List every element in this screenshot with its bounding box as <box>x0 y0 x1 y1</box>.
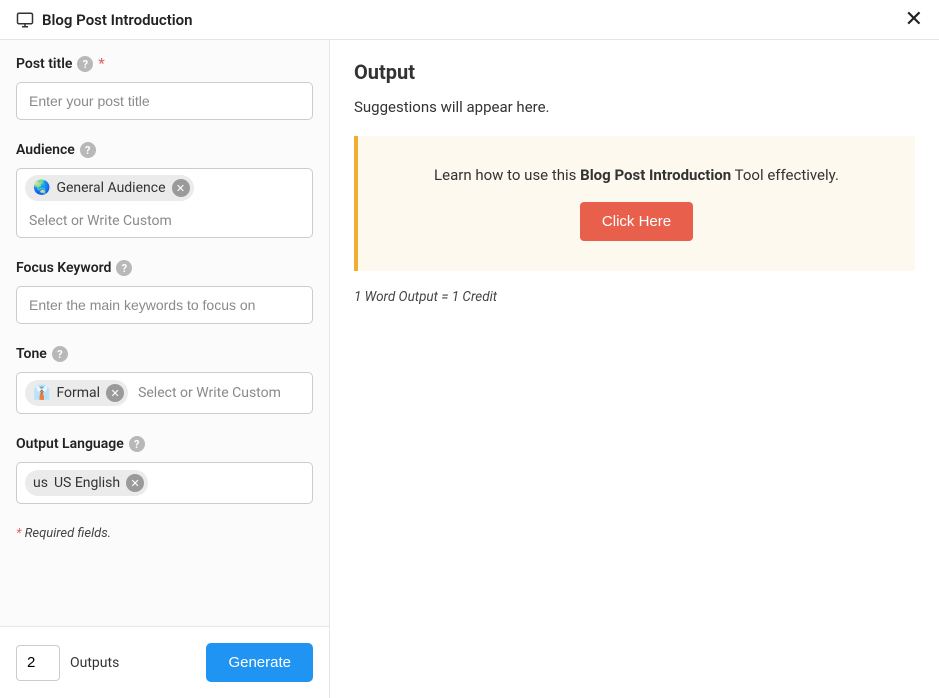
output-language-chip-label: US English <box>54 475 120 491</box>
credit-note: 1 Word Output = 1 Credit <box>354 289 915 305</box>
output-title: Output <box>354 60 915 84</box>
outputs-label: Outputs <box>70 655 119 671</box>
dialog-title: Blog Post Introduction <box>42 11 193 29</box>
help-icon[interactable]: ? <box>129 436 145 452</box>
tone-group: Tone ? 👔 Formal ✕ Select or Write Custom <box>16 346 313 414</box>
post-title-label: Post title ? * <box>16 56 313 72</box>
suit-icon: 👔 <box>33 385 50 401</box>
post-title-group: Post title ? * <box>16 56 313 120</box>
audience-placeholder: Select or Write Custom <box>25 211 176 231</box>
focus-keyword-label-text: Focus Keyword <box>16 260 111 276</box>
chip-remove-icon[interactable]: ✕ <box>106 384 124 402</box>
output-language-group: Output Language ? us US English ✕ <box>16 436 313 504</box>
focus-keyword-input[interactable] <box>16 286 313 324</box>
audience-input[interactable]: 🌏 General Audience ✕ Select or Write Cus… <box>16 168 313 238</box>
help-icon[interactable]: ? <box>80 142 96 158</box>
output-language-label-text: Output Language <box>16 436 124 452</box>
notice-box: Learn how to use this Blog Post Introduc… <box>354 136 915 271</box>
focus-keyword-group: Focus Keyword ? <box>16 260 313 324</box>
globe-icon: 🌏 <box>33 180 50 196</box>
notice-text: Learn how to use this Blog Post Introduc… <box>382 166 891 184</box>
required-note-star: * <box>16 526 25 541</box>
output-panel: Output Suggestions will appear here. Lea… <box>330 40 939 698</box>
monitor-icon <box>16 11 34 29</box>
output-placeholder: Suggestions will appear here. <box>354 98 915 116</box>
tone-label: Tone ? <box>16 346 313 362</box>
chip-remove-icon[interactable]: ✕ <box>172 179 190 197</box>
output-language-label: Output Language ? <box>16 436 313 452</box>
header-left: Blog Post Introduction <box>16 11 193 29</box>
form-panel: Post title ? * Audience ? 🌏 General Audi… <box>0 40 330 698</box>
click-here-button[interactable]: Click Here <box>580 202 693 241</box>
generate-button[interactable]: Generate <box>206 643 313 682</box>
outputs-group: Outputs <box>16 645 119 681</box>
post-title-label-text: Post title <box>16 56 72 72</box>
bottom-bar: Outputs Generate <box>0 626 329 698</box>
close-icon[interactable]: ✕ <box>905 9 923 31</box>
notice-bold: Blog Post Introduction <box>580 166 731 184</box>
tone-chip-label: Formal <box>56 385 100 401</box>
output-language-prefix: us <box>33 475 48 491</box>
outputs-count-input[interactable] <box>16 645 60 681</box>
notice-suffix: Tool effectively. <box>731 166 839 184</box>
focus-keyword-label: Focus Keyword ? <box>16 260 313 276</box>
help-icon[interactable]: ? <box>116 260 132 276</box>
notice-prefix: Learn how to use this <box>434 166 580 184</box>
tone-input[interactable]: 👔 Formal ✕ Select or Write Custom <box>16 372 313 414</box>
audience-label: Audience ? <box>16 142 313 158</box>
dialog-header: Blog Post Introduction ✕ <box>0 0 939 40</box>
tone-placeholder: Select or Write Custom <box>134 383 285 403</box>
help-icon[interactable]: ? <box>52 346 68 362</box>
audience-chip-label: General Audience <box>56 180 165 196</box>
output-language-input[interactable]: us US English ✕ <box>16 462 313 504</box>
audience-chip: 🌏 General Audience ✕ <box>25 175 194 201</box>
required-star: * <box>98 56 104 72</box>
tone-label-text: Tone <box>16 346 47 362</box>
required-note: * Required fields. <box>16 526 313 541</box>
chip-remove-icon[interactable]: ✕ <box>126 474 144 492</box>
required-note-text: Required fields. <box>25 526 111 541</box>
form-content: Post title ? * Audience ? 🌏 General Audi… <box>0 40 329 626</box>
post-title-input[interactable] <box>16 82 313 120</box>
audience-group: Audience ? 🌏 General Audience ✕ Select o… <box>16 142 313 238</box>
main: Post title ? * Audience ? 🌏 General Audi… <box>0 40 939 698</box>
tone-chip: 👔 Formal ✕ <box>25 380 128 406</box>
output-language-chip: us US English ✕ <box>25 470 148 496</box>
audience-label-text: Audience <box>16 142 75 158</box>
help-icon[interactable]: ? <box>77 56 93 72</box>
